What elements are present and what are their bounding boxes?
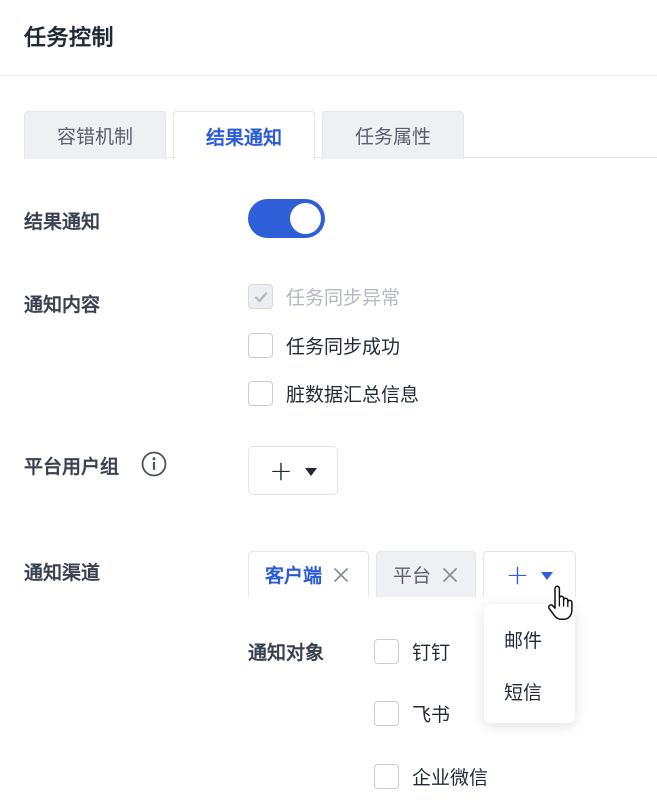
- plus-icon: +: [505, 557, 530, 591]
- target-label: 飞书: [412, 704, 451, 726]
- target-wecom[interactable]: 企业微信: [374, 763, 488, 790]
- checkbox-checked-disabled[interactable]: [248, 284, 273, 309]
- option-dirty-data-summary[interactable]: 脏数据汇总信息: [248, 380, 419, 407]
- checkbox[interactable]: [248, 333, 273, 358]
- option-label: 任务同步异常: [286, 287, 401, 309]
- option-sync-exception[interactable]: 任务同步异常: [248, 283, 400, 310]
- title-divider: [0, 75, 657, 76]
- target-label: 企业微信: [412, 767, 489, 789]
- tab-fault-tolerance[interactable]: 容错机制: [24, 111, 166, 159]
- plus-icon: +: [269, 453, 293, 487]
- close-icon[interactable]: [332, 566, 350, 584]
- toggle-knob: [290, 203, 321, 234]
- target-feishu[interactable]: 飞书: [374, 700, 450, 727]
- notify-channel-label: 通知渠道: [24, 562, 101, 584]
- channel-tab-label: 客户端: [265, 565, 323, 587]
- option-label: 任务同步成功: [286, 336, 401, 358]
- option-sync-success[interactable]: 任务同步成功: [248, 332, 400, 359]
- channel-tab-label: 平台: [393, 565, 432, 587]
- checkbox[interactable]: [374, 764, 399, 789]
- notify-target-label: 通知对象: [248, 642, 325, 664]
- target-label: 钉钉: [412, 642, 451, 664]
- tab-task-attributes[interactable]: 任务属性: [322, 111, 464, 159]
- panel-title: 任务控制: [24, 26, 115, 51]
- channel-tab-platform[interactable]: 平台: [376, 551, 476, 597]
- add-user-group-button[interactable]: +: [248, 446, 338, 495]
- target-dingtalk[interactable]: 钉钉: [374, 638, 450, 665]
- dropdown-item-sms[interactable]: 短信: [504, 678, 542, 705]
- result-notify-label: 结果通知: [24, 211, 101, 233]
- info-icon[interactable]: [141, 451, 167, 477]
- tab-label: 结果通知: [205, 126, 282, 149]
- checkbox[interactable]: [374, 639, 399, 664]
- checkmark-icon: [254, 291, 267, 302]
- notify-content-label: 通知内容: [24, 294, 101, 316]
- channel-tab-client[interactable]: 客户端: [248, 551, 369, 597]
- channel-dropdown-menu: 邮件 短信: [484, 604, 575, 723]
- result-notify-toggle[interactable]: [248, 199, 325, 238]
- tab-label: 容错机制: [56, 126, 133, 148]
- option-label: 脏数据汇总信息: [286, 384, 420, 406]
- tab-result-notify[interactable]: 结果通知: [173, 111, 315, 160]
- checkbox[interactable]: [374, 701, 399, 726]
- platform-group-label: 平台用户组: [24, 456, 120, 478]
- close-icon[interactable]: [441, 566, 459, 584]
- tab-label: 任务属性: [354, 126, 431, 148]
- hand-pointer-icon: [548, 585, 573, 621]
- caret-down-icon: [304, 467, 317, 476]
- dropdown-item-email[interactable]: 邮件: [504, 626, 542, 653]
- caret-down-icon: [541, 571, 554, 580]
- checkbox[interactable]: [248, 381, 273, 406]
